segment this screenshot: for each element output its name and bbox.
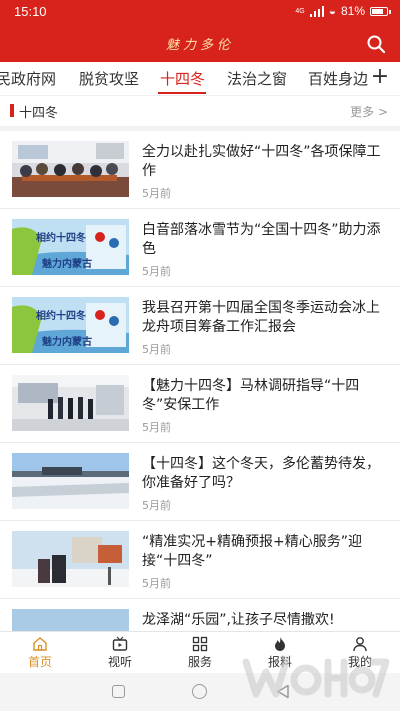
- wifi-icon: ◒: [328, 4, 336, 18]
- news-title: 白音部落冰雪节为“全国十四冬”助力添色: [142, 222, 381, 257]
- section-title: 十四冬: [19, 106, 59, 121]
- news-item[interactable]: 相约十四冬 魅力内蒙古 白音部落冰雪节为“全国十四冬”助力添色 5月前: [0, 209, 400, 287]
- news-title: 【魅力十四冬】马林调研指导“十四冬”安保工作: [142, 378, 360, 413]
- banner-bottom-text: 魅力内蒙古: [42, 335, 92, 348]
- tab-civil-government[interactable]: 民政府网: [0, 68, 56, 89]
- news-item[interactable]: “精准实况+精确预报+精心服务”迎接“十四冬” 5月前: [0, 521, 400, 599]
- news-time: 5月前: [142, 577, 171, 590]
- nav-media[interactable]: 视听: [80, 632, 160, 674]
- tab-poverty-alleviation[interactable]: 脱贫攻坚: [79, 68, 139, 89]
- tv-icon: [112, 636, 128, 651]
- banner-top-text: 相约十四冬: [36, 231, 86, 244]
- watermark-logo: [242, 658, 390, 698]
- home-icon: [33, 637, 47, 651]
- add-tab-button[interactable]: +: [368, 64, 392, 92]
- news-title: 我县召开第十四届全国冬季运动会冰上龙舟项目筹备工作汇报会: [142, 300, 380, 335]
- banner-top-text: 相约十四冬: [36, 309, 86, 322]
- news-thumbnail: [12, 141, 129, 197]
- status-icons: 4G ◒ 81%: [295, 4, 391, 18]
- tab-rule-of-law[interactable]: 法治之窗: [227, 68, 287, 89]
- grid-icon: [192, 636, 208, 652]
- news-title: “精准实况+精确预报+精心服务”迎接“十四冬”: [142, 534, 362, 569]
- nav-services[interactable]: 服务: [160, 632, 240, 674]
- nav-label: 首页: [27, 655, 52, 669]
- app-title: 魅力多伦: [165, 38, 234, 53]
- news-time: 5月前: [142, 265, 171, 278]
- nav-label: 服务: [187, 655, 212, 669]
- news-thumbnail: [12, 531, 129, 587]
- category-tabs: 民政府网 脱贫攻坚 十四冬 法治之窗 百姓身边 +: [0, 62, 400, 96]
- status-time: 15:10: [14, 4, 47, 19]
- news-time: 5月前: [142, 187, 171, 200]
- recent-apps-button[interactable]: [112, 685, 125, 698]
- news-time: 5月前: [142, 499, 171, 512]
- battery-fill: [372, 8, 383, 14]
- news-title: 【十四冬】这个冬天，多伦蓄势待发，你准备好了吗？: [142, 456, 380, 491]
- news-item[interactable]: 相约十四冬 魅力内蒙古 我县召开第十四届全国冬季运动会冰上龙舟项目筹备工作汇报会…: [0, 287, 400, 365]
- news-item[interactable]: 【十四冬】这个冬天，多伦蓄势待发，你准备好了吗？ 5月前: [0, 443, 400, 521]
- news-thumbnail: [12, 375, 129, 431]
- news-time: 5月前: [142, 343, 171, 356]
- tab-14th-winter-games[interactable]: 十四冬: [160, 68, 205, 89]
- news-item[interactable]: 【魅力十四冬】马林调研指导“十四冬”安保工作 5月前: [0, 365, 400, 443]
- news-thumbnail: 相约十四冬 魅力内蒙古: [12, 219, 129, 275]
- tab-people-around[interactable]: 百姓身边: [308, 68, 368, 89]
- news-title: 全力以赴扎实做好“十四冬”各项保障工作: [142, 144, 381, 179]
- section-marker: [10, 104, 14, 117]
- news-item[interactable]: 全力以赴扎实做好“十四冬”各项保障工作 5月前: [0, 131, 400, 209]
- news-thumbnail: [12, 453, 129, 509]
- home-system-button[interactable]: [192, 684, 207, 699]
- section-header: 十四冬 更多 >: [0, 96, 400, 126]
- active-tab-indicator: [158, 92, 206, 94]
- banner-bottom-text: 魅力内蒙古: [42, 257, 92, 270]
- search-icon[interactable]: [366, 34, 386, 54]
- news-time: 5月前: [142, 421, 171, 434]
- battery-percent: 81%: [340, 4, 365, 18]
- app-header: 15:10 4G ◒ 81% 魅力多伦: [0, 0, 400, 62]
- status-bar: 15:10 4G ◒ 81%: [0, 0, 400, 26]
- nav-home[interactable]: 首页: [0, 632, 80, 674]
- signal-icon: [309, 5, 324, 17]
- battery-icon: [370, 6, 391, 16]
- news-title: 龙泽湖“乐园”,让孩子尽情撒欢!: [142, 612, 335, 628]
- news-thumbnail: 相约十四冬 魅力内蒙古: [12, 297, 129, 353]
- nav-label: 视听: [107, 655, 132, 669]
- more-link[interactable]: 更多 >: [350, 103, 388, 120]
- network-type: 4G: [295, 7, 305, 15]
